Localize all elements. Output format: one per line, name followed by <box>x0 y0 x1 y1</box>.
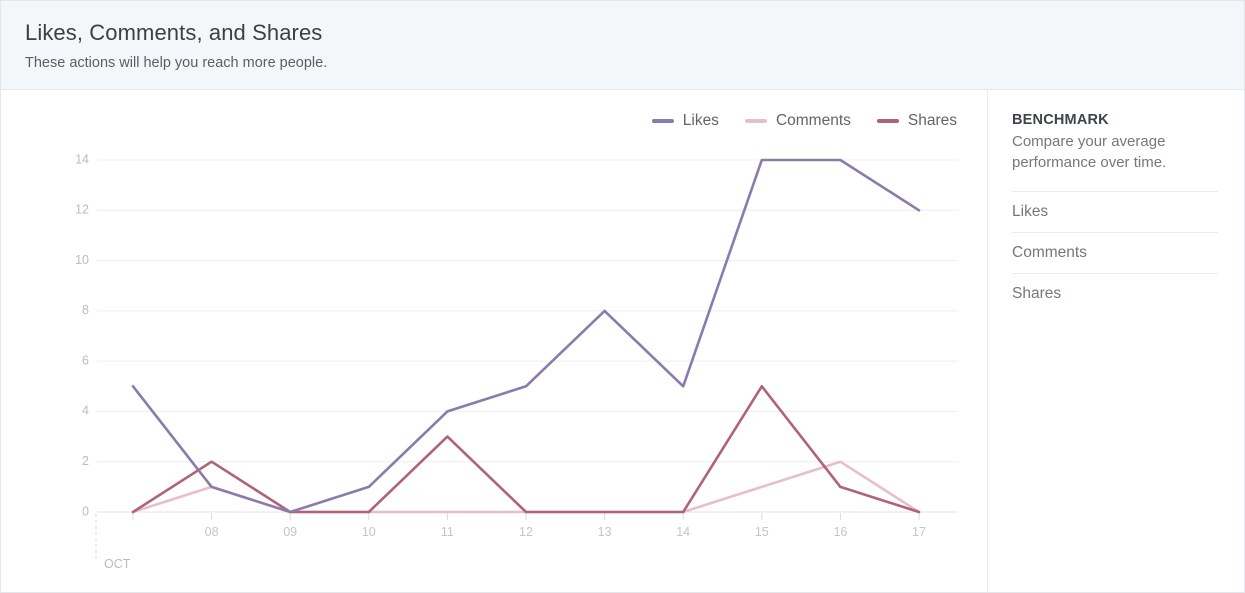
benchmark-row-comments[interactable]: Comments <box>1012 232 1218 273</box>
benchmark-title: BENCHMARK <box>1012 112 1109 128</box>
page-title: Likes, Comments, and Shares <box>25 20 323 45</box>
card-body: Likes Comments Shares 0 2 4 6 8 10 12 14 08 09 10 1… <box>1 90 1244 592</box>
y-axis-tick-label: 2 <box>82 454 89 468</box>
chart-svg: 0 2 4 6 8 10 12 14 08 09 10 11 12 13 14 15 16 17 OCT <box>75 152 958 571</box>
line-chart: 0 2 4 6 8 10 12 14 08 09 10 11 12 13 14 15 16 17 OCT <box>1 90 987 592</box>
x-axis-tick-label: 17 <box>912 525 926 539</box>
x-axis-tick-label: 15 <box>755 525 769 539</box>
x-axis-tick-label: 16 <box>833 525 847 539</box>
likes-comments-shares-card: Likes, Comments, and Shares These action… <box>0 0 1245 593</box>
y-axis-tick-label: 14 <box>75 152 89 166</box>
card-header: Likes, Comments, and Shares These action… <box>1 1 1244 90</box>
y-axis-tick-label: 10 <box>75 253 89 267</box>
benchmark-list: Likes Comments Shares <box>1012 191 1218 314</box>
y-axis-tick-label: 0 <box>82 504 89 518</box>
y-axis-tick-label: 4 <box>82 404 89 418</box>
y-axis-tick-label: 6 <box>82 353 89 367</box>
chart-pane: Likes Comments Shares 0 2 4 6 8 10 12 14 08 09 10 1… <box>1 90 987 592</box>
x-axis-tick-label: 08 <box>205 525 219 539</box>
y-axis-tick-label: 8 <box>82 303 89 317</box>
x-axis-tick-label: 12 <box>519 525 533 539</box>
benchmark-description: Compare your average performance over ti… <box>1012 133 1167 171</box>
series-line-likes <box>131 158 921 514</box>
page-subtitle: These actions will help you reach more p… <box>25 55 328 71</box>
x-axis-tick-label: 10 <box>362 525 376 539</box>
x-axis-month-label: OCT <box>104 557 131 571</box>
x-axis-tick-label: 14 <box>676 525 690 539</box>
y-axis-tick-label: 12 <box>75 203 89 217</box>
series-line-shares <box>131 384 921 514</box>
x-axis-tick-label: 11 <box>441 525 454 539</box>
x-axis-tick-label: 09 <box>283 525 297 539</box>
benchmark-row-shares[interactable]: Shares <box>1012 273 1218 314</box>
benchmark-row-likes[interactable]: Likes <box>1012 191 1218 232</box>
x-axis-tick-label: 13 <box>598 525 612 539</box>
benchmark-panel: BENCHMARK Compare your average performan… <box>987 90 1244 592</box>
